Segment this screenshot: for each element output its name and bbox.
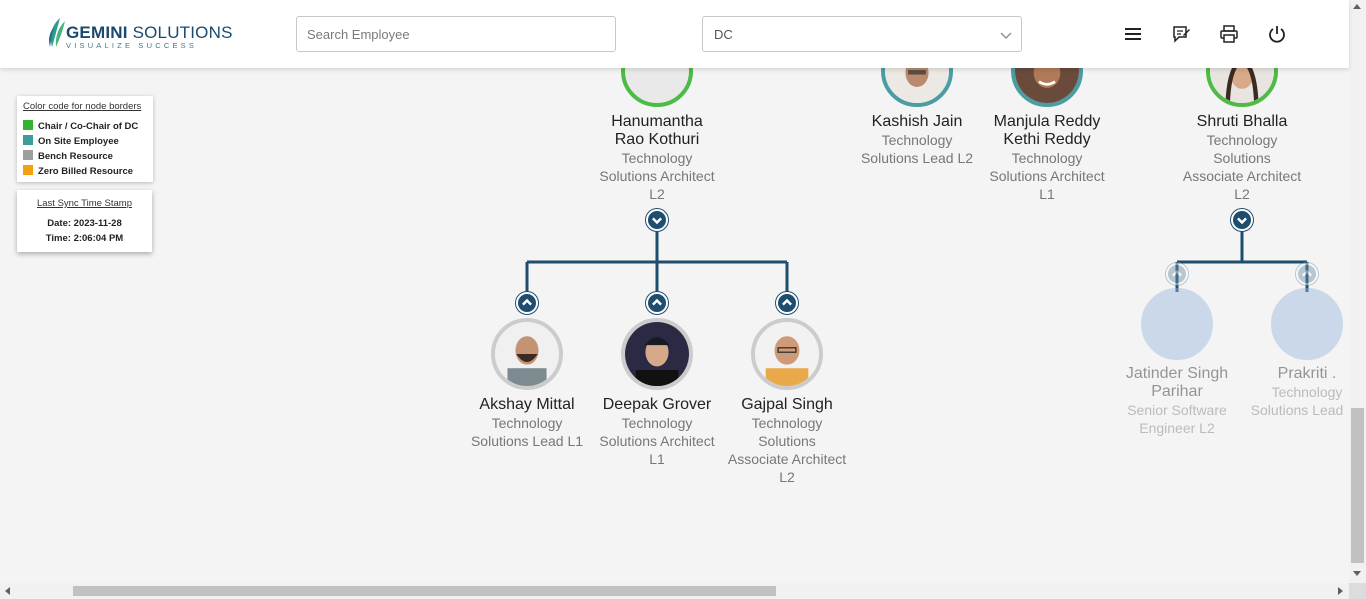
horizontal-scrollbar[interactable]: [0, 583, 1349, 599]
scroll-up-arrow-icon[interactable]: [1353, 4, 1361, 9]
dc-dropdown-value: DC: [714, 27, 733, 42]
expand-toggle-prakriti[interactable]: [1296, 263, 1318, 285]
gemini-solutions-logo[interactable]: GEMINI SOLUTIONS VISUALIZE SUCCESS: [46, 17, 232, 51]
logo-leaf-icon: [49, 18, 65, 47]
legend-item-label: Zero Billed Resource: [38, 166, 134, 177]
node-name-line-2: Kethi Reddy: [1003, 131, 1091, 148]
feedback-icon[interactable]: [1171, 24, 1191, 44]
node-role-line-2: Solutions Architect: [599, 168, 715, 184]
node-name-line-1: Gajpal Singh: [741, 396, 833, 413]
last-sync-panel: Last Sync Time Stamp Date: 2023-11-28 Ti…: [17, 190, 152, 252]
node-role-line-3: L2: [649, 186, 665, 202]
logo-tagline: VISUALIZE SUCCESS: [66, 41, 198, 50]
avatar: [751, 318, 823, 390]
legend-swatch: [23, 135, 33, 145]
node-border-legend: Color code for node borders Chair / Co-C…: [17, 96, 153, 182]
legend-item-label: On Site Employee: [38, 136, 119, 147]
node-role-line-3: L1: [1039, 186, 1055, 202]
menu-icon[interactable]: [1123, 24, 1143, 44]
node-role-line-3: Associate Architect: [727, 451, 847, 467]
chevron-up-icon: [652, 298, 662, 306]
node-role-line-2: Solutions Architect: [989, 168, 1105, 184]
legend-swatch: [23, 150, 33, 160]
node-name-line-1: Deepak Grover: [602, 396, 712, 413]
scroll-right-arrow-icon[interactable]: [1338, 587, 1343, 595]
sync-time: Time: 2:06:04 PM: [45, 233, 124, 244]
legend-item-label: Chair / Co-Chair of DC: [38, 121, 139, 132]
avatar: [1271, 288, 1343, 360]
node-name-line-1: Prakriti .: [1277, 365, 1337, 382]
legend-title: Color code for node borders: [23, 101, 142, 112]
node-name-line-1: Akshay Mittal: [479, 396, 575, 413]
node-name-line-2: Rao Kothuri: [614, 131, 700, 148]
vertical-scrollbar[interactable]: [1349, 0, 1366, 583]
node-role-line-2: Engineer L2: [1139, 420, 1215, 436]
legend-swatch: [23, 165, 33, 175]
top-header: GEMINI SOLUTIONS VISUALIZE SUCCESS DC: [0, 0, 1349, 68]
expand-toggle-gajpal[interactable]: [776, 292, 798, 314]
logo-wordmark-bold: GEMINI: [66, 23, 128, 42]
node-name-line-1: Jatinder Singh: [1125, 365, 1229, 382]
chevron-up-icon: [782, 298, 792, 306]
sync-title: Last Sync Time Stamp: [36, 198, 133, 209]
node-role-line-1: Technology: [1206, 132, 1278, 148]
scroll-down-arrow-icon[interactable]: [1353, 571, 1361, 576]
chevron-up-icon: [1172, 269, 1182, 277]
node-role-line-2: Solutions Lead L2: [860, 150, 974, 166]
node-role-line-4: L2: [779, 469, 795, 485]
legend-item-label: Bench Resource: [38, 151, 113, 162]
vertical-scroll-thumb[interactable]: [1351, 408, 1364, 563]
node-role-line-1: Technology: [1011, 150, 1083, 166]
node-role-line-1: Technology: [621, 150, 693, 166]
node-role-line-4: L2: [1234, 186, 1250, 202]
chevron-up-icon: [1302, 269, 1312, 277]
chevron-down-icon: [1000, 32, 1012, 39]
dc-dropdown[interactable]: DC: [702, 16, 1022, 52]
avatar: [621, 318, 693, 390]
node-name-line-1: Hanumantha: [611, 113, 703, 130]
avatar: [491, 318, 563, 390]
node-role-line-2: Solutions: [758, 433, 816, 449]
expand-toggle-akshay[interactable]: [516, 292, 538, 314]
chevron-down-icon: [652, 217, 662, 225]
avatar: [1141, 288, 1213, 360]
node-name-line-1: Kashish Jain: [871, 113, 963, 130]
logo-wordmark-light: SOLUTIONS: [127, 23, 233, 42]
scrollbar-corner: [1349, 583, 1366, 599]
power-icon[interactable]: [1267, 24, 1287, 44]
node-role-line-3: Associate Architect: [1182, 168, 1302, 184]
node-role-line-1: Technology: [491, 415, 563, 431]
node-role-line-2: Solutions Lead L1: [470, 433, 584, 449]
node-role-line-2: Solutions Architect: [599, 433, 715, 449]
node-role-line-2: Solutions: [1213, 150, 1271, 166]
expand-toggle-jatinder[interactable]: [1166, 263, 1188, 285]
node-role-line-1: Technology: [1271, 384, 1343, 400]
node-role-line-1: Technology: [751, 415, 823, 431]
node-role-line-1: Technology: [621, 415, 693, 431]
legend-item-bench: Bench Resource: [23, 150, 113, 162]
search-employee-input[interactable]: [296, 16, 616, 52]
node-role-line-2: Solutions Lead: [1250, 402, 1344, 418]
node-name-line-1: Manjula Reddy: [993, 113, 1101, 130]
org-chart-canvas[interactable]: Hanumantha Rao Kothuri Technology Soluti…: [0, 68, 1349, 583]
legend-item-chair: Chair / Co-Chair of DC: [23, 120, 138, 132]
legend-item-zero-billed: Zero Billed Resource: [23, 165, 133, 177]
print-icon[interactable]: [1219, 24, 1239, 44]
legend-item-onsite: On Site Employee: [23, 135, 119, 147]
horizontal-scroll-thumb[interactable]: [73, 586, 776, 596]
logo-wordmark: GEMINI SOLUTIONS: [66, 23, 233, 43]
collapse-toggle-shruti[interactable]: [1231, 209, 1253, 231]
node-role-line-1: Senior Software: [1127, 402, 1227, 418]
node-name-line-2: Parihar: [1151, 383, 1203, 400]
node-role-line-1: Technology: [881, 132, 953, 148]
legend-swatch: [23, 120, 33, 130]
node-name-line-1: Shruti Bhalla: [1196, 113, 1288, 130]
sync-date: Date: 2023-11-28: [47, 218, 122, 229]
scroll-left-arrow-icon[interactable]: [5, 587, 10, 595]
collapse-toggle-hanumantha[interactable]: [646, 209, 668, 231]
node-role-line-3: L1: [649, 451, 665, 467]
chevron-up-icon: [522, 298, 532, 306]
chevron-down-icon: [1237, 217, 1247, 225]
expand-toggle-deepak[interactable]: [646, 292, 668, 314]
